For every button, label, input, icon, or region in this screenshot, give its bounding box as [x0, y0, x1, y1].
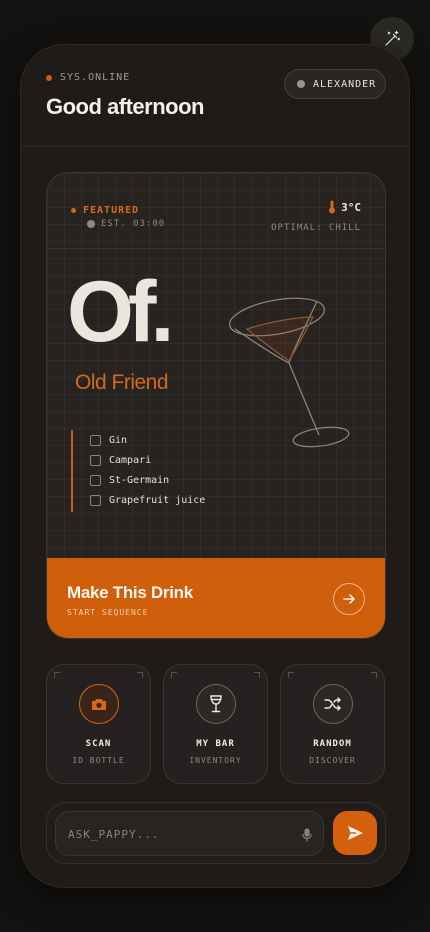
random-button[interactable]: RANDOM DISCOVER: [280, 664, 385, 784]
wine-glass-icon: [196, 684, 236, 724]
make-drink-button[interactable]: Make This Drink START SEQUENCE: [47, 558, 385, 638]
header: SYS.ONLINE Good afternoon ALEXANDER: [21, 45, 409, 147]
temperature: 3°C: [328, 200, 361, 214]
action-sublabel: INVENTORY: [189, 756, 242, 765]
ingredient-label: Gin: [109, 434, 128, 446]
arrow-right-icon[interactable]: [333, 583, 365, 615]
corner-mark: [54, 672, 60, 678]
card-divider: [47, 248, 385, 249]
ingredient-checkbox[interactable]: [90, 434, 101, 446]
ingredient-label: Grapefruit juice: [109, 494, 206, 506]
action-label: SCAN: [85, 739, 112, 749]
chat-input[interactable]: [68, 824, 288, 844]
ingredient-checkbox[interactable]: [90, 494, 101, 506]
ingredient-item[interactable]: St-Germain: [90, 470, 205, 490]
ingredient-checkbox[interactable]: [90, 474, 101, 486]
user-presence-icon: [297, 80, 305, 88]
featured-label: FEATURED: [83, 205, 140, 216]
drink-name: Old Friend: [75, 371, 169, 394]
established-label: EST. 03:00: [101, 219, 166, 229]
clock-icon: [87, 220, 95, 228]
camera-icon: [79, 684, 119, 724]
serving-note: OPTIMAL: CHILL: [271, 223, 361, 233]
user-name: ALEXANDER: [313, 78, 377, 90]
send-icon: [348, 826, 363, 840]
ingredient-label: St-Germain: [109, 474, 170, 486]
action-label: MY BAR: [196, 739, 235, 749]
chat-input-wrapper: [55, 811, 324, 856]
chat-bar: [46, 802, 386, 864]
established-time: EST. 03:00: [87, 219, 165, 229]
send-button[interactable]: [333, 811, 377, 855]
ingredient-label: Campari: [109, 454, 152, 466]
ingredient-checkbox[interactable]: [90, 454, 101, 466]
action-sublabel: ID BOTTLE: [72, 756, 125, 765]
status-dot-icon: [46, 74, 52, 81]
quick-actions: SCAN ID BOTTLE MY BAR INVENTORY RANDOM D…: [46, 664, 386, 784]
cta-subtitle: START SEQUENCE: [67, 608, 149, 617]
action-sublabel: DISCOVER: [309, 756, 356, 765]
featured-dot-icon: [71, 208, 76, 213]
system-status: SYS.ONLINE: [46, 72, 130, 83]
scan-button[interactable]: SCAN ID BOTTLE: [46, 664, 151, 784]
microphone-icon[interactable]: [302, 828, 312, 842]
corner-mark: [171, 672, 177, 678]
app-screen: SYS.ONLINE Good afternoon ALEXANDER FEAT…: [20, 44, 410, 888]
corner-mark: [288, 672, 294, 678]
action-label: RANDOM: [313, 739, 352, 749]
user-profile-button[interactable]: ALEXANDER: [284, 69, 386, 99]
martini-glass-icon: [228, 297, 350, 448]
ingredient-list: Gin Campari St-Germain Grapefruit juice: [71, 430, 205, 512]
featured-tag: FEATURED: [71, 205, 139, 216]
drink-abbreviation: Of.: [67, 264, 174, 360]
cta-title: Make This Drink: [67, 583, 193, 602]
ingredient-item[interactable]: Gin: [90, 430, 205, 450]
featured-drink-card[interactable]: FEATURED EST. 03:00 3°C OPTIMAL: CHILL O…: [46, 172, 386, 639]
greeting-title: Good afternoon: [46, 94, 204, 119]
temperature-value: 3°C: [341, 200, 361, 214]
corner-mark: [137, 672, 143, 678]
ingredient-item[interactable]: Campari: [90, 450, 205, 470]
shuffle-icon: [313, 684, 353, 724]
my-bar-button[interactable]: MY BAR INVENTORY: [163, 664, 268, 784]
status-text: SYS.ONLINE: [60, 72, 131, 83]
ingredient-item[interactable]: Grapefruit juice: [90, 490, 205, 510]
corner-mark: [371, 672, 377, 678]
corner-mark: [254, 672, 260, 678]
thermometer-icon: [329, 200, 336, 214]
